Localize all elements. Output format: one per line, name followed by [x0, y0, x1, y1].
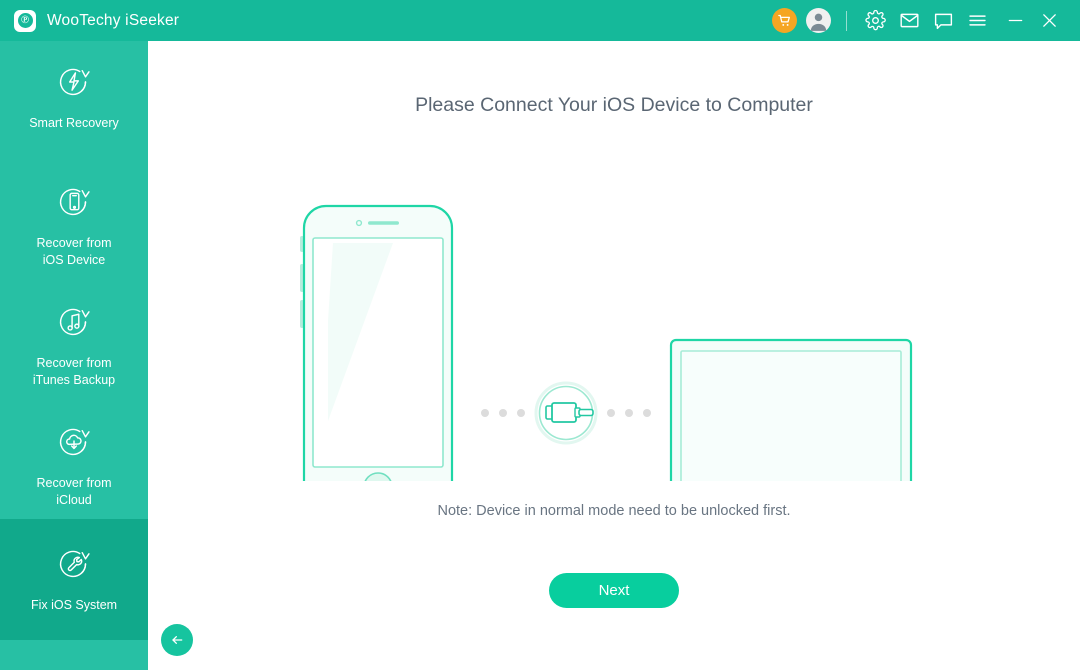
- connection-dots-right: [607, 409, 651, 417]
- lightning-cable-icon: [534, 381, 598, 445]
- app-title: WooTechy iSeeker: [47, 11, 180, 29]
- sidebar-item-recover-icloud[interactable]: Recover from iCloud: [0, 403, 148, 521]
- sidebar-item-label: Recover from iTunes Backup: [32, 356, 116, 387]
- sidebar: Smart Recovery Recover from iOS Device R…: [0, 41, 148, 670]
- connection-dots-left: [481, 409, 525, 417]
- sidebar-item-label: Fix iOS System: [30, 598, 118, 612]
- close-icon: [1042, 14, 1056, 27]
- sidebar-item-smart-recovery[interactable]: Smart Recovery: [0, 43, 148, 159]
- app-window: ℗ WooTechy iSeeker Smart Recovery Recove…: [0, 0, 1080, 670]
- settings-button[interactable]: [858, 0, 892, 41]
- feedback-button[interactable]: [926, 0, 960, 41]
- iphone-outline: [300, 204, 454, 509]
- laptop-outline: [636, 338, 946, 513]
- titlebar-divider: [846, 10, 847, 31]
- sidebar-item-label: Smart Recovery: [29, 116, 119, 130]
- menu-button[interactable]: [960, 0, 994, 41]
- wrench-repair-icon: [51, 541, 97, 587]
- app-logo: ℗: [14, 9, 36, 32]
- settings-gear-icon: [864, 10, 886, 31]
- minimize-icon: [1008, 19, 1022, 22]
- close-button[interactable]: [1032, 0, 1066, 41]
- connect-illustration: [148, 151, 1080, 513]
- itunes-music-recovery-icon: [51, 299, 97, 345]
- title-bar-controls: [767, 0, 1080, 41]
- lightning-recovery-icon: [51, 59, 97, 105]
- sidebar-item-recover-ios-device[interactable]: Recover from iOS Device: [0, 163, 148, 281]
- mail-button[interactable]: [892, 0, 926, 41]
- minimize-button[interactable]: [998, 0, 1032, 41]
- next-button[interactable]: Next: [549, 573, 679, 608]
- sidebar-item-fix-ios-system[interactable]: Fix iOS System: [0, 519, 148, 640]
- account-icon: [805, 8, 831, 33]
- sidebar-item-label: Recover from iOS Device: [36, 236, 112, 267]
- sidebar-item-label: Recover from iCloud: [36, 476, 112, 507]
- cart-button[interactable]: [767, 0, 801, 41]
- feedback-chat-icon: [934, 13, 952, 30]
- main-content: Please Connect Your iOS Device to Comput…: [148, 41, 1080, 670]
- cart-icon: [771, 8, 797, 33]
- app-logo-glyph: ℗: [17, 13, 33, 28]
- title-bar: ℗ WooTechy iSeeker: [0, 0, 1080, 41]
- mail-icon: [899, 13, 919, 28]
- menu-hamburger-icon: [968, 15, 986, 26]
- icloud-download-recovery-icon: [51, 419, 97, 465]
- phone-recovery-icon: [51, 179, 97, 225]
- arrow-left-icon: [172, 636, 183, 644]
- note-text: Note: Device in normal mode need to be u…: [437, 503, 791, 519]
- account-button[interactable]: [801, 0, 835, 41]
- back-button[interactable]: [161, 624, 193, 656]
- sidebar-item-recover-itunes-backup[interactable]: Recover from iTunes Backup: [0, 283, 148, 401]
- page-title: Please Connect Your iOS Device to Comput…: [415, 94, 813, 116]
